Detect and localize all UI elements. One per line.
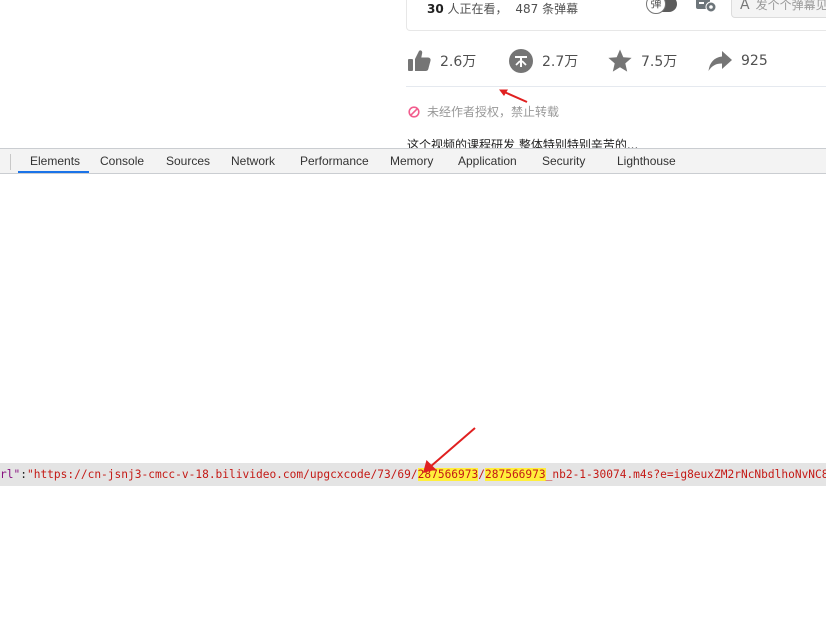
code-url-prefix: "https://cn-jsnj3-cmcc-v-18.bilivideo.co… — [26, 468, 418, 481]
danmaku-count-label: 条弹幕 — [542, 2, 579, 16]
danmaku-toggle[interactable]: 弹 — [646, 0, 677, 14]
viewer-count-label: 人正在看， — [447, 2, 508, 16]
danmaku-input-placeholder: 发个个弹幕见证当下 — [755, 0, 826, 12]
code-highlight-id-2: 287566973 — [485, 468, 546, 481]
share-count: 925 — [741, 53, 768, 69]
video-info-panel: 30 人正在看， 487 条弹幕 弹 A 发个个弹幕见证当下 2.6万 — [0, 0, 826, 148]
selected-code-line[interactable]: rl":"https://cn-jsnj3-cmcc-v-18.bilivide… — [0, 463, 826, 486]
copyright-text: 未经作者授权，禁止转载 — [427, 105, 560, 119]
danmaku-input[interactable]: A 发个个弹幕见证当下 — [731, 0, 826, 18]
share-arrow-icon — [708, 51, 732, 71]
viewer-danmaku-bar: 30 人正在看， 487 条弹幕 弹 A 发个个弹幕见证当下 — [406, 0, 826, 31]
favorite-button[interactable]: 7.5万 — [607, 44, 677, 78]
copyright-notice: 未经作者授权，禁止转载 — [408, 103, 559, 120]
favorite-count: 7.5万 — [641, 54, 678, 70]
code-colon: : — [20, 468, 27, 481]
no-reprint-icon — [408, 105, 420, 118]
divider — [406, 86, 826, 87]
coin-icon — [509, 49, 533, 73]
tab-elements[interactable]: Elements — [30, 149, 80, 173]
star-icon — [608, 49, 632, 72]
danmaku-count-number: 487 — [515, 2, 539, 16]
danmaku-settings-icon[interactable] — [695, 0, 717, 13]
tab-separator — [10, 154, 11, 170]
code-slash: / — [478, 468, 485, 481]
devtools-tabbar: Elements Console Sources Network Perform… — [0, 148, 826, 174]
thumbs-up-icon — [408, 50, 431, 71]
tab-application[interactable]: Application — [458, 149, 517, 173]
like-count: 2.6万 — [440, 54, 477, 70]
text-format-icon: A — [740, 0, 750, 13]
devtools-panel: Elements Console Sources Network Perform… — [0, 148, 826, 642]
tab-security[interactable]: Security — [542, 149, 585, 173]
viewer-count-number: 30 — [427, 2, 444, 16]
tab-sources[interactable]: Sources — [166, 149, 210, 173]
code-url-suffix: _nb2-1-30074.m4s?e=ig8euxZM2rNcNbdlhoNvN… — [545, 468, 826, 481]
active-tab-indicator — [18, 171, 89, 173]
coin-count: 2.7万 — [542, 54, 579, 70]
video-description: 这个视频的课程研发 整体特别特别辛苦的... — [407, 138, 639, 148]
tab-performance[interactable]: Performance — [300, 149, 369, 173]
like-button[interactable]: 2.6万 — [406, 44, 476, 78]
annotation-arrow-icon — [423, 427, 476, 473]
coin-button[interactable]: 2.7万 — [508, 44, 578, 78]
viewer-count: 30 人正在看， 487 条弹幕 — [427, 0, 578, 17]
danmaku-toggle-knob: 弹 — [646, 0, 666, 14]
share-button[interactable]: 925 — [707, 44, 768, 78]
tab-memory[interactable]: Memory — [390, 149, 433, 173]
code-key-fragment: rl" — [0, 468, 21, 481]
video-action-row: 2.6万 2.7万 7.5万 925 — [406, 44, 826, 78]
tab-lighthouse[interactable]: Lighthouse — [617, 149, 676, 173]
tab-network[interactable]: Network — [231, 149, 275, 173]
annotation-arrow-icon — [499, 89, 528, 103]
tab-console[interactable]: Console — [100, 149, 144, 173]
